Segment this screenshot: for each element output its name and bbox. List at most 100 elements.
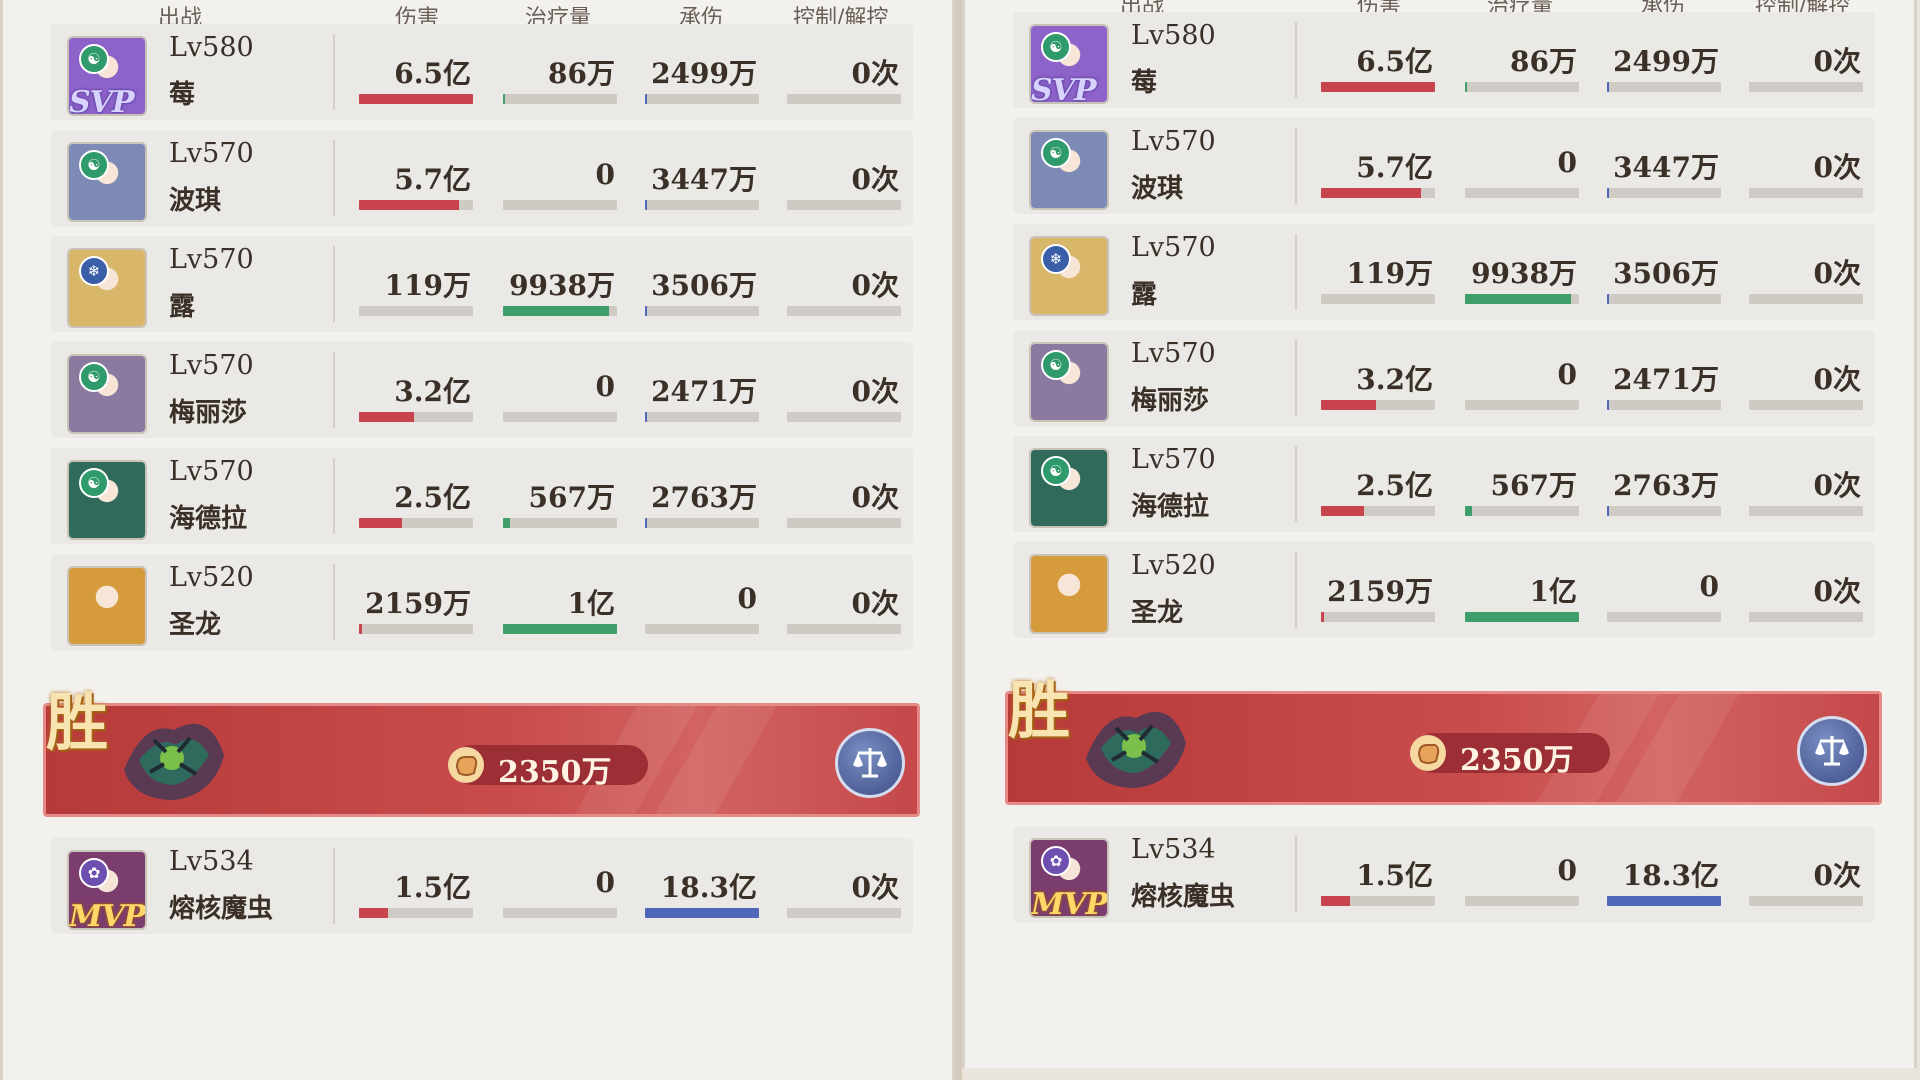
control-bar	[1749, 400, 1863, 410]
hero-level: Lv580	[169, 32, 254, 63]
hero-portrait[interactable]: ☯	[1029, 130, 1109, 210]
taken-stat: 2499万	[645, 44, 759, 104]
fist-icon	[1410, 735, 1446, 771]
taken-bar	[1607, 188, 1721, 198]
score-pill: 2350万	[1410, 733, 1610, 778]
row-divider	[333, 848, 335, 924]
row-divider	[1295, 234, 1297, 310]
damage-bar-fill	[359, 412, 414, 422]
hero-portrait[interactable]: ☯ SVP	[1029, 24, 1109, 104]
taken-stat: 3447万	[645, 150, 759, 210]
hero-portrait[interactable]: ☯ SVP	[67, 36, 147, 116]
damage-bar-fill	[359, 518, 403, 528]
hero-level: Lv520	[1131, 550, 1216, 581]
control-value: 0次	[851, 269, 899, 302]
hero-avatar	[69, 144, 145, 220]
hero-avatar	[1031, 556, 1107, 632]
hero-stat-row[interactable]: ☯ SVP Lv580 莓 6.5亿 86万 2499万 0次	[1013, 12, 1875, 108]
scales-icon[interactable]	[835, 728, 905, 798]
hero-stat-row[interactable]: ☯ Lv570 波琪 5.7亿 0 3447万 0次	[51, 130, 913, 226]
heal-bar	[1465, 294, 1579, 304]
score-pill: 2350万	[448, 745, 648, 790]
hero-stat-row[interactable]: Lv520 圣龙 2159万 1亿 0 0次	[1013, 542, 1875, 638]
hero-stat-row[interactable]: ☯ Lv570 海德拉 2.5亿 567万 2763万 0次	[51, 448, 913, 544]
svp-badge: SVP	[1031, 73, 1096, 104]
battle-stats-panel-right: 出战 伤害 治疗量 承伤 控制/解控 ☯ SVP Lv580 莓 6.5亿 86…	[962, 0, 1917, 1068]
hero-stat-row[interactable]: ☯ Lv570 海德拉 2.5亿 567万 2763万 0次	[1013, 436, 1875, 532]
hero-level: Lv534	[1131, 834, 1216, 865]
taken-value: 18.3亿	[1622, 859, 1719, 892]
control-stat: 0次	[787, 256, 901, 316]
control-stat: 0次	[1749, 456, 1863, 516]
hero-portrait[interactable]: ☯	[67, 142, 147, 222]
hero-level: Lv520	[169, 562, 254, 593]
hero-portrait[interactable]: ❄	[1029, 236, 1109, 316]
hero-stat-row[interactable]: ☯ SVP Lv580 莓 6.5亿 86万 2499万 0次	[51, 24, 913, 120]
row-divider	[1295, 552, 1297, 628]
hero-name: 梅丽莎	[1131, 386, 1210, 416]
damage-bar-fill	[359, 624, 363, 634]
hero-stat-row[interactable]: ☯ Lv570 梅丽莎 3.2亿 0 2471万 0次	[51, 342, 913, 438]
hero-portrait[interactable]	[67, 566, 147, 646]
hero-name: 海德拉	[1131, 492, 1210, 522]
hero-portrait[interactable]	[1029, 554, 1109, 634]
control-bar	[1749, 896, 1863, 906]
heal-value: 567万	[528, 481, 615, 514]
hero-name: 波琪	[1131, 174, 1184, 204]
hero-portrait[interactable]: ☯	[67, 460, 147, 540]
control-value: 0次	[1813, 469, 1861, 502]
hero-stat-row[interactable]: ❄ Lv570 露 119万 9938万 3506万 0次	[1013, 224, 1875, 320]
damage-bar	[1321, 612, 1435, 622]
taken-bar	[645, 518, 759, 528]
damage-bar-fill	[359, 908, 388, 918]
hero-level: Lv570	[169, 456, 254, 487]
hero-portrait[interactable]: ✿ MVP	[1029, 838, 1109, 918]
hero-avatar	[1031, 450, 1107, 526]
control-stat: 0次	[787, 150, 901, 210]
heal-stat: 0	[1465, 846, 1579, 906]
control-bar	[1749, 506, 1863, 516]
faction-icon: ☯	[79, 150, 109, 180]
enemy-stat-row[interactable]: ✿ MVP Lv534 熔核魔虫 1.5亿 0 18.3亿 0次	[51, 838, 913, 934]
hero-portrait[interactable]: ❄	[67, 248, 147, 328]
hero-stat-row[interactable]: ☯ Lv570 波琪 5.7亿 0 3447万 0次	[1013, 118, 1875, 214]
damage-value: 2.5亿	[394, 481, 471, 514]
damage-value: 5.7亿	[394, 163, 471, 196]
taken-stat: 2763万	[645, 468, 759, 528]
victory-label: 胜	[46, 686, 109, 759]
control-stat: 0次	[1749, 138, 1863, 198]
hero-portrait[interactable]: ☯	[1029, 448, 1109, 528]
scales-icon[interactable]	[1797, 716, 1867, 786]
taken-value: 2499万	[651, 57, 757, 90]
control-bar	[1749, 188, 1863, 198]
damage-bar	[359, 908, 473, 918]
hero-portrait[interactable]: ☯	[1029, 342, 1109, 422]
hero-portrait[interactable]: ✿ MVP	[67, 850, 147, 930]
hero-stat-row[interactable]: ❄ Lv570 露 119万 9938万 3506万 0次	[51, 236, 913, 332]
hero-stat-row[interactable]: Lv520 圣龙 2159万 1亿 0 0次	[51, 554, 913, 650]
damage-bar	[359, 624, 473, 634]
heal-bar	[503, 518, 617, 528]
control-stat: 0次	[1749, 846, 1863, 906]
score-value: 2350万	[498, 755, 612, 790]
damage-value: 119万	[384, 269, 471, 302]
enemy-stat-row[interactable]: ✿ MVP Lv534 熔核魔虫 1.5亿 0 18.3亿 0次	[1013, 826, 1875, 922]
heal-bar-fill	[503, 624, 617, 634]
taken-bar-fill	[1607, 82, 1609, 92]
taken-value: 2471万	[1613, 363, 1719, 396]
control-bar	[1749, 82, 1863, 92]
hero-portrait[interactable]: ☯	[67, 354, 147, 434]
damage-stat: 1.5亿	[1321, 846, 1435, 906]
heal-stat: 0	[503, 362, 617, 422]
heal-value: 1亿	[1529, 575, 1577, 608]
damage-stat: 2159万	[359, 574, 473, 634]
taken-bar	[645, 94, 759, 104]
damage-stat: 2159万	[1321, 562, 1435, 622]
row-divider	[1295, 340, 1297, 416]
heal-value: 0	[595, 866, 615, 899]
hero-stat-row[interactable]: ☯ Lv570 梅丽莎 3.2亿 0 2471万 0次	[1013, 330, 1875, 426]
heal-stat: 9938万	[503, 256, 617, 316]
heal-stat: 0	[503, 858, 617, 918]
row-divider	[333, 564, 335, 640]
taken-stat: 2471万	[1607, 350, 1721, 410]
